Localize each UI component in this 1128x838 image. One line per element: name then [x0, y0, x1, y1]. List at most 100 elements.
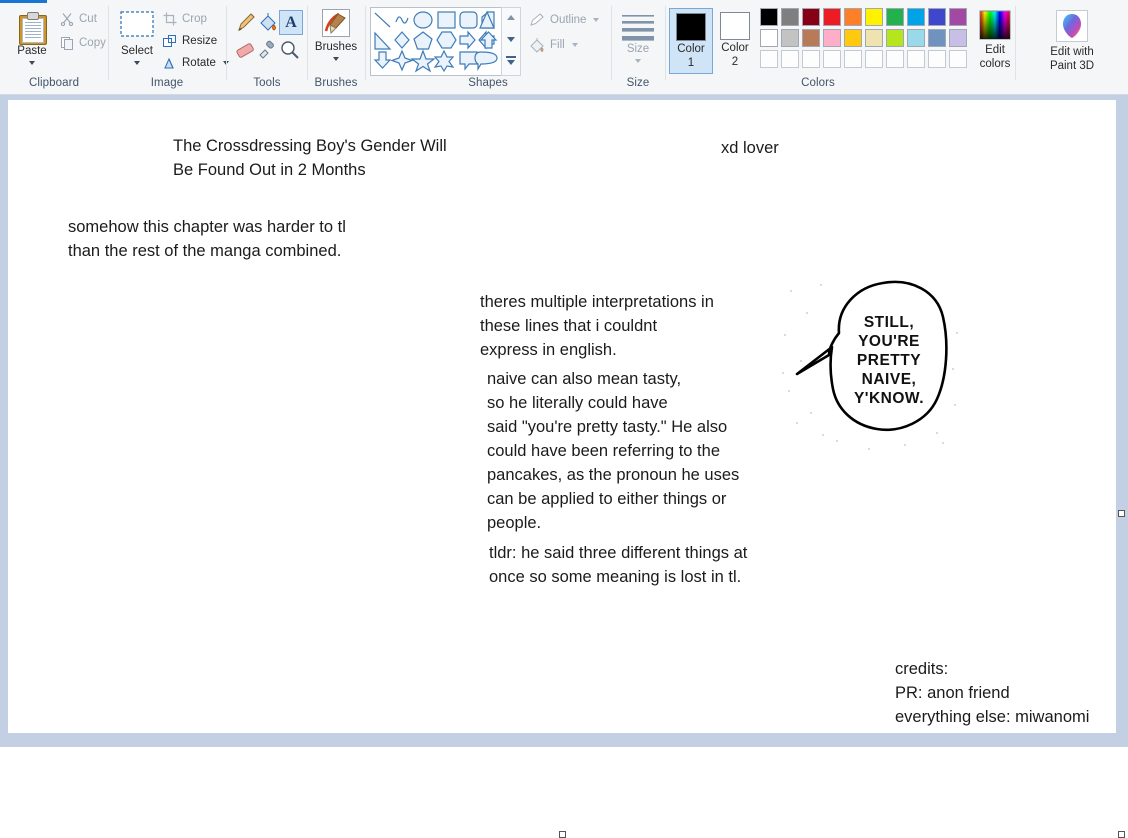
color-swatch-2-9[interactable]	[949, 50, 967, 68]
color-palette[interactable]	[760, 8, 970, 72]
brushes-button[interactable]: Brushes	[311, 7, 361, 69]
color-swatch-1-6[interactable]	[886, 29, 904, 47]
canvas-para2-line-6: can be applied to either things or	[487, 490, 727, 508]
color-swatch-0-8[interactable]	[928, 8, 946, 26]
color-swatch-1-7[interactable]	[907, 29, 925, 47]
color-swatch-1-1[interactable]	[781, 29, 799, 47]
canvas-note-line-2: than the rest of the manga combined.	[68, 242, 342, 260]
paint3d-label-line2: Paint 3D	[1049, 60, 1095, 72]
color-swatch-0-2[interactable]	[802, 8, 820, 26]
color-swatch-0-7[interactable]	[907, 8, 925, 26]
speech-bubble-image: STILL, YOU'RE PRETTY NAIVE, Y'KNOW.	[777, 273, 958, 450]
bubble-line-4: NAIVE,	[862, 371, 917, 388]
shapes-gallery[interactable]	[370, 7, 503, 76]
eraser-tool[interactable]	[235, 39, 257, 61]
color-swatch-1-3[interactable]	[823, 29, 841, 47]
color-swatch-1-5[interactable]	[865, 29, 883, 47]
color-1-button[interactable]: Color 1	[669, 8, 713, 74]
edit-with-paint3d-button[interactable]: Edit with Paint 3D	[1028, 8, 1116, 74]
shapes-expand-icon[interactable]	[506, 56, 516, 58]
ribbon-group-shapes: Outline Fill Shapes	[366, 3, 610, 92]
color-2-button[interactable]: Color 2	[714, 8, 758, 74]
canvas-para1-line-2: these lines that i couldnt	[480, 317, 658, 335]
resize-button[interactable]: Resize	[163, 34, 217, 48]
canvas-title-line-2: Be Found Out in 2 Months	[173, 161, 366, 179]
shapes-scroll[interactable]	[501, 7, 521, 76]
color-2-swatch[interactable]	[720, 12, 750, 40]
color-swatch-1-4[interactable]	[844, 29, 862, 47]
crop-button[interactable]: Crop	[163, 12, 207, 26]
color-swatch-2-8[interactable]	[928, 50, 946, 68]
drawing-canvas[interactable]: The Crossdressing Boy's Gender Will Be F…	[8, 100, 1116, 733]
cut-button[interactable]: Cut	[60, 12, 97, 27]
paste-button[interactable]: Paste	[6, 7, 58, 69]
select-chevron-down-icon[interactable]	[134, 61, 140, 65]
color-swatch-2-3[interactable]	[823, 50, 841, 68]
size-button[interactable]: Size	[614, 9, 662, 67]
color-swatch-0-1[interactable]	[781, 8, 799, 26]
color-swatch-0-3[interactable]	[823, 8, 841, 26]
color-swatch-1-9[interactable]	[949, 29, 967, 47]
ribbon-group-image: Select Crop Resize Rotate Image	[109, 3, 229, 92]
edit-colors-button[interactable]: Edit colors	[972, 8, 1018, 74]
color-swatch-2-4[interactable]	[844, 50, 862, 68]
color-swatch-0-6[interactable]	[886, 8, 904, 26]
color-picker-tool[interactable]	[257, 39, 279, 61]
copy-label: Copy	[79, 37, 106, 49]
canvas-para3-line-2: once so some meaning is lost in tl.	[489, 568, 742, 586]
paste-chevron-down-icon[interactable]	[29, 61, 35, 65]
pencil-tool[interactable]	[235, 11, 257, 35]
select-button[interactable]: Select	[113, 7, 161, 69]
color-swatch-1-0[interactable]	[760, 29, 778, 47]
scissors-icon	[60, 12, 74, 27]
color-swatch-0-4[interactable]	[844, 8, 862, 26]
color-swatch-2-5[interactable]	[865, 50, 883, 68]
text-tool[interactable]: A	[279, 10, 303, 35]
size-lines-icon	[622, 13, 654, 41]
canvas-resize-handle-corner[interactable]	[1118, 831, 1125, 838]
color-swatch-1-8[interactable]	[928, 29, 946, 47]
color-swatch-2-7[interactable]	[907, 50, 925, 68]
color-swatch-0-0[interactable]	[760, 8, 778, 26]
ribbon-group-colors: Color 1 Color 2 Edit colors Colors	[666, 3, 1014, 92]
color-swatch-2-6[interactable]	[886, 50, 904, 68]
fill-chevron-down-icon[interactable]	[571, 43, 578, 47]
edit-colors-label-line2: colors	[979, 58, 1011, 70]
color-swatch-0-5[interactable]	[865, 8, 883, 26]
canvas-credits-line-3: everything else: miwanomi	[895, 708, 1090, 726]
color-swatch-2-0[interactable]	[760, 50, 778, 68]
size-chevron-down-icon[interactable]	[635, 59, 641, 63]
rotate-button[interactable]: Rotate	[163, 56, 229, 70]
outline-chevron-down-icon[interactable]	[593, 18, 600, 22]
outline-button[interactable]: Outline	[529, 12, 600, 28]
fill-with-color-tool[interactable]	[257, 11, 279, 35]
fill-button[interactable]: Fill	[529, 37, 578, 53]
canvas-resize-handle-right[interactable]	[1118, 510, 1125, 517]
bubble-line-5: Y'KNOW.	[854, 390, 924, 407]
select-rectangle-icon	[120, 11, 154, 42]
copy-button[interactable]: Copy	[60, 36, 106, 50]
edit-colors-icon	[979, 10, 1011, 40]
brushes-chevron-down-icon[interactable]	[333, 57, 339, 61]
outline-pencil-icon	[529, 12, 545, 28]
resize-icon	[163, 34, 177, 48]
color-swatch-0-9[interactable]	[949, 8, 967, 26]
shapes-scroll-down-icon[interactable]	[507, 37, 515, 42]
magnifier-tool[interactable]	[279, 39, 301, 61]
canvas-para2-line-1: naive can also mean tasty,	[487, 370, 682, 388]
ribbon: Paste Cut Copy Clipboard Select Crop Res…	[0, 0, 1128, 95]
color-swatch-1-2[interactable]	[802, 29, 820, 47]
shapes-expand-icon-arrow	[507, 60, 515, 65]
color-1-swatch[interactable]	[676, 13, 706, 41]
canvas-para2-line-2: so he literally could have	[487, 394, 668, 412]
color-swatch-2-2[interactable]	[802, 50, 820, 68]
canvas-resize-handle-bottom[interactable]	[559, 831, 566, 838]
ribbon-group-brushes: Brushes Brushes	[308, 3, 364, 92]
paste-label: Paste	[17, 45, 47, 57]
shapes-scroll-up-icon[interactable]	[507, 15, 515, 20]
canvas-credits-line-2: PR: anon friend	[895, 684, 1010, 702]
group-label-brushes: Brushes	[314, 77, 358, 89]
group-label-tools: Tools	[253, 77, 281, 89]
fill-bucket-icon	[529, 37, 545, 53]
color-swatch-2-1[interactable]	[781, 50, 799, 68]
